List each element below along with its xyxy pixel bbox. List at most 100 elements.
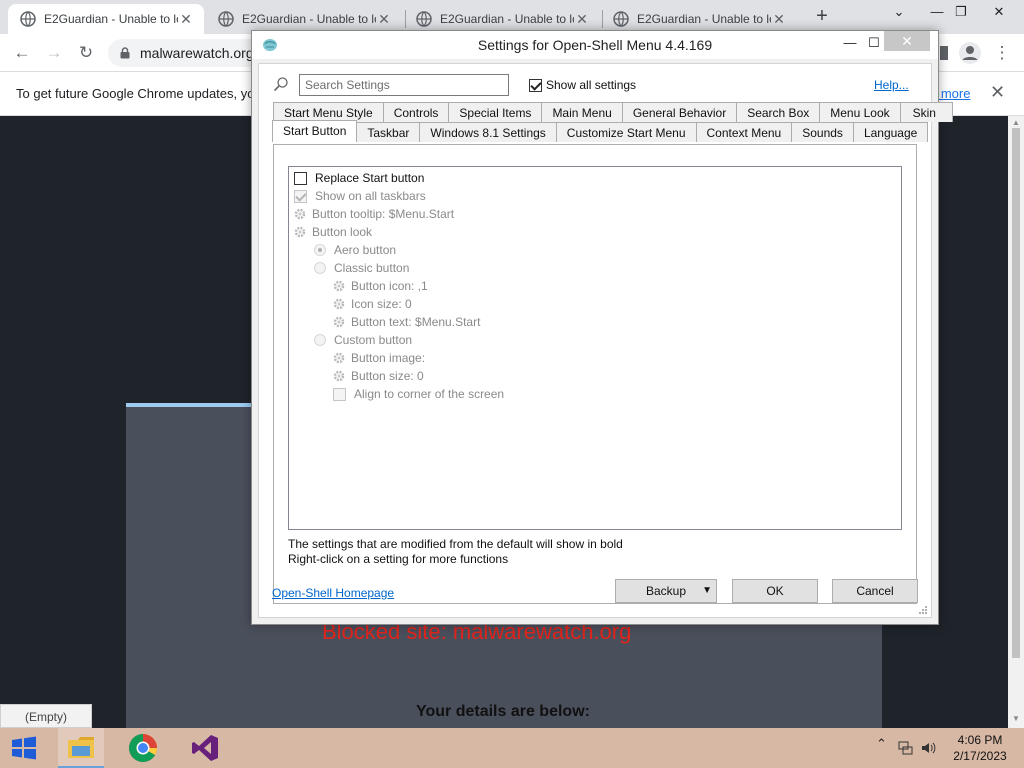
tray-chevron-icon[interactable]: ⌃	[876, 736, 887, 752]
tab-sounds[interactable]: Sounds	[791, 122, 854, 142]
close-icon[interactable]: ✕	[178, 11, 194, 28]
show-all-taskbars-setting[interactable]: Show on all taskbars	[294, 187, 426, 205]
extension-icon[interactable]	[940, 41, 948, 65]
volume-icon[interactable]	[920, 740, 936, 756]
setting-label: Button text: $Menu.Start	[351, 315, 481, 329]
chrome-icon	[129, 734, 157, 762]
page-scrollbar[interactable]: ▲ ▼	[1008, 116, 1024, 728]
clock-date: 2/17/2023	[953, 749, 1007, 763]
ok-button[interactable]: OK	[732, 579, 818, 603]
open-shell-homepage-link[interactable]: Open-Shell Homepage	[272, 586, 394, 600]
tab-controls[interactable]: Controls	[382, 102, 450, 122]
tab-language[interactable]: Language	[852, 122, 929, 142]
radio-icon[interactable]	[314, 244, 326, 256]
scroll-thumb[interactable]	[1012, 128, 1020, 658]
align-corner-setting[interactable]: Align to corner of the screen	[333, 385, 504, 403]
tab-search-chevron-icon[interactable]: ⌄	[886, 2, 912, 24]
setting-label: Align to corner of the screen	[354, 387, 505, 401]
globe-icon	[218, 11, 234, 27]
dialog-title-bar[interactable]: Settings for Open-Shell Menu 4.4.169 — ☐…	[252, 31, 938, 59]
tab-skin[interactable]: Skin	[899, 102, 953, 122]
browser-tab-1[interactable]: E2Guardian - Unable to lo ✕	[8, 4, 204, 34]
button-image-setting[interactable]: Button image:	[332, 349, 425, 367]
gear-icon	[333, 316, 345, 328]
help-link[interactable]: Help...	[874, 78, 909, 92]
tab-start-menu-style[interactable]: Start Menu Style	[273, 102, 384, 122]
empty-tooltip: (Empty)	[0, 704, 92, 728]
lock-icon	[120, 47, 130, 59]
menu-kebab-icon[interactable]: ⋮	[990, 41, 1014, 65]
resize-grip-icon[interactable]	[918, 605, 928, 615]
chrome-taskbar-button[interactable]	[120, 728, 166, 768]
profile-avatar-icon[interactable]	[958, 41, 982, 65]
aero-button-option[interactable]: Aero button	[314, 241, 396, 259]
custom-button-option[interactable]: Custom button	[314, 331, 412, 349]
radio-icon[interactable]	[314, 262, 326, 274]
setting-label: Icon size: 0	[351, 297, 412, 311]
gear-icon	[333, 298, 345, 310]
button-text-setting[interactable]: Button text: $Menu.Start	[332, 313, 480, 331]
checkbox-icon[interactable]	[294, 171, 307, 185]
classic-button-option[interactable]: Classic button	[314, 259, 409, 277]
dialog-close-button[interactable]: ✕	[884, 31, 930, 51]
network-icon[interactable]	[898, 740, 914, 756]
close-window-button[interactable]: ✕	[986, 2, 1012, 24]
tab-customize-start-menu[interactable]: Customize Start Menu	[555, 122, 697, 142]
cancel-button[interactable]: Cancel	[832, 579, 918, 603]
icon-size-setting[interactable]: Icon size: 0	[332, 295, 412, 313]
tab-context-menu[interactable]: Context Menu	[695, 122, 793, 142]
tab-menu-look[interactable]: Menu Look	[819, 102, 901, 122]
chrome-tab-strip: E2Guardian - Unable to lo ✕ E2Guardian -…	[0, 0, 1024, 34]
close-icon[interactable]: ✕	[990, 82, 1005, 103]
backup-button[interactable]: Backup ▼	[615, 579, 717, 603]
replace-start-setting[interactable]: Replace Start button	[294, 169, 424, 187]
tab-main-menu[interactable]: Main Menu	[541, 102, 623, 122]
dialog-maximize-button[interactable]: ☐	[864, 33, 884, 55]
tab-general-behavior[interactable]: General Behavior	[621, 102, 738, 122]
dialog-minimize-button[interactable]: —	[840, 33, 860, 55]
back-arrow-icon[interactable]: ←	[10, 41, 34, 65]
reload-icon[interactable]: ↻	[74, 41, 98, 65]
checkbox-icon[interactable]	[294, 189, 307, 203]
setting-label: Button size: 0	[351, 369, 424, 383]
checkbox-icon[interactable]	[529, 78, 542, 92]
tab-start-button[interactable]: Start Button	[272, 120, 358, 142]
windows-start-icon[interactable]	[0, 728, 48, 768]
radio-icon[interactable]	[314, 334, 326, 346]
dropdown-arrow-icon: ▼	[702, 585, 712, 596]
button-look-setting[interactable]: Button look	[293, 223, 372, 241]
new-tab-button[interactable]: +	[811, 6, 833, 28]
search-settings-input[interactable]: Search Settings	[299, 74, 509, 96]
tab-title: E2Guardian - Unable to lo	[44, 12, 178, 26]
right-click-note: Right-click on a setting for more functi…	[288, 552, 509, 566]
button-size-setting[interactable]: Button size: 0	[332, 367, 424, 385]
gear-icon	[333, 370, 345, 382]
show-all-settings-checkbox[interactable]: Show all settings	[529, 78, 636, 92]
button-tooltip-setting[interactable]: Button tooltip: $Menu.Start	[293, 205, 454, 223]
forward-arrow-icon[interactable]: →	[42, 41, 66, 65]
scroll-up-icon[interactable]: ▲	[1012, 118, 1020, 127]
restore-button[interactable]: ❐	[948, 2, 974, 24]
close-icon[interactable]: ✕	[574, 11, 590, 28]
close-icon[interactable]: ✕	[376, 11, 392, 28]
gear-icon	[294, 208, 306, 220]
clock-time: 4:06 PM	[957, 733, 1003, 747]
system-clock[interactable]: 4:06 PM 2/17/2023	[950, 732, 1010, 764]
checkbox-icon[interactable]	[333, 387, 346, 401]
minimize-button[interactable]: —	[924, 2, 950, 24]
settings-tree: Replace Start button Show on all taskbar…	[288, 166, 902, 530]
visual-studio-taskbar-button[interactable]	[182, 728, 228, 768]
button-icon-setting[interactable]: Button icon: ,1	[332, 277, 428, 295]
file-explorer-taskbar-button[interactable]	[58, 728, 104, 768]
bold-settings-note: The settings that are modified from the …	[288, 537, 623, 551]
tab-special-items[interactable]: Special Items	[448, 102, 543, 122]
tab-taskbar[interactable]: Taskbar	[356, 122, 421, 142]
details-heading: Your details are below:	[416, 703, 590, 720]
tab-windows-8-1-settings[interactable]: Windows 8.1 Settings	[419, 122, 557, 142]
gear-icon	[294, 226, 306, 238]
scroll-down-icon[interactable]: ▼	[1012, 714, 1020, 723]
address-bar[interactable]: malwarewatch.org	[108, 39, 268, 67]
setting-label: Classic button	[334, 261, 410, 275]
tab-search-box[interactable]: Search Box	[736, 102, 821, 122]
close-icon[interactable]: ✕	[771, 11, 787, 28]
